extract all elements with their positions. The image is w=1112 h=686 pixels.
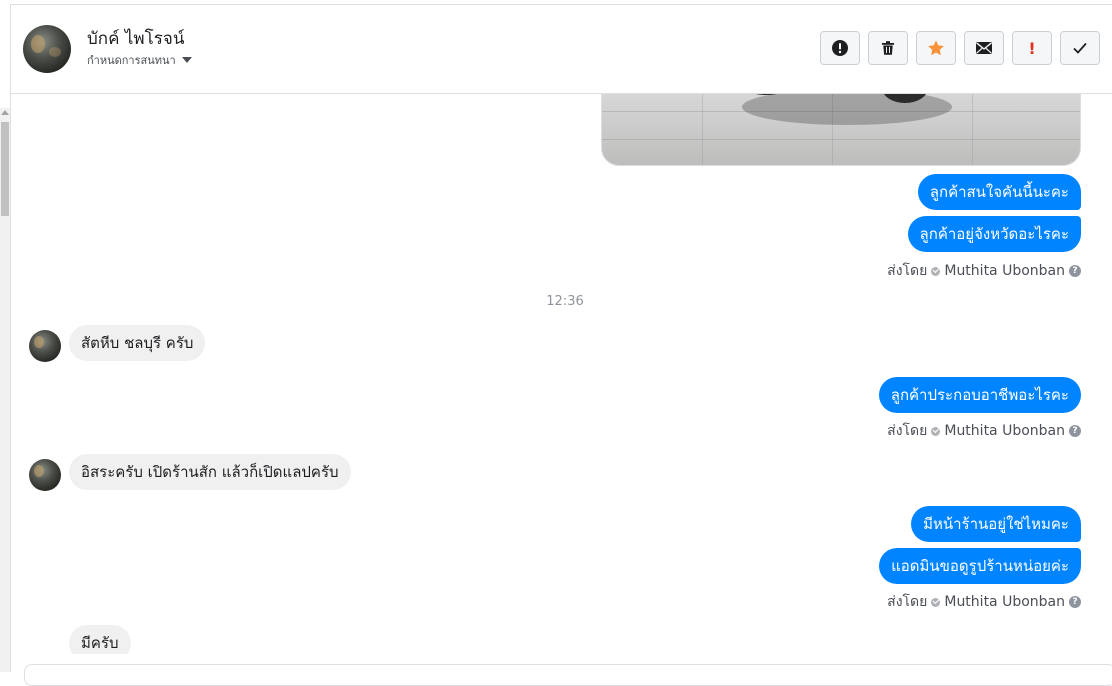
- outgoing-message[interactable]: มีหน้าร้านอยู่ใช่ไหมคะ: [911, 506, 1081, 542]
- sent-by-label: ส่งโดย Muthita Ubonban ?: [887, 591, 1081, 613]
- follow-up-button[interactable]: !: [1012, 31, 1052, 65]
- agent-name: Muthita Ubonban: [944, 423, 1065, 439]
- incoming-message[interactable]: อิสระครับ เปิดร้านสัก แล้วก็เปิดแลปครับ: [69, 454, 351, 490]
- conversation-header: บักค์ ไพโรจน์ กำหนดการสนทนา !: [11, 5, 1112, 94]
- star-button[interactable]: [916, 31, 956, 65]
- checkmark-icon: [1073, 42, 1087, 54]
- outgoing-message[interactable]: แอดมินขอดูรูปร้านหน่อยค่ะ: [879, 548, 1081, 584]
- incoming-message[interactable]: สัตหีบ ชลบุรี ครับ: [69, 325, 206, 361]
- star-icon: [928, 40, 944, 56]
- contact-avatar-small[interactable]: [29, 459, 61, 491]
- sent-by-prefix: ส่งโดย: [887, 423, 928, 439]
- envelope-icon: [976, 42, 992, 54]
- help-icon[interactable]: ?: [1069, 596, 1081, 608]
- help-icon[interactable]: ?: [1069, 265, 1081, 277]
- caret-down-icon: [181, 57, 192, 63]
- sent-by-prefix: ส่งโดย: [887, 263, 928, 279]
- message-timestamp: 12:36: [546, 294, 584, 309]
- outgoing-message[interactable]: ลูกค้าประกอบอาชีพอะไรคะ: [878, 377, 1081, 413]
- sent-check-icon: [931, 266, 941, 276]
- spam-alert-button[interactable]: [820, 31, 860, 65]
- mark-unread-button[interactable]: [964, 31, 1004, 65]
- conversation-settings-dropdown[interactable]: กำหนดการสนทนา: [87, 51, 192, 69]
- sent-check-icon: [931, 597, 941, 607]
- agent-name: Muthita Ubonban: [944, 263, 1065, 279]
- scrollbar[interactable]: [0, 108, 10, 672]
- agent-name: Muthita Ubonban: [944, 594, 1065, 610]
- sent-by-label: ส่งโดย Muthita Ubonban ?: [887, 420, 1081, 442]
- scrollbar-thumb[interactable]: [1, 122, 9, 216]
- scroll-up-arrow-icon[interactable]: [1, 110, 9, 115]
- conversation-settings-label: กำหนดการสนทนา: [87, 54, 176, 67]
- help-icon[interactable]: ?: [1069, 425, 1081, 437]
- message-composer[interactable]: [24, 664, 1112, 686]
- outgoing-message[interactable]: ลูกค้าสนใจคันนี้นะคะ: [917, 174, 1081, 210]
- contact-avatar-small[interactable]: [29, 330, 61, 362]
- header-actions: !: [820, 31, 1100, 65]
- contact-avatar[interactable]: [23, 25, 71, 73]
- incoming-message[interactable]: มีครับ: [69, 625, 131, 654]
- trash-icon: [882, 41, 894, 55]
- mark-done-button[interactable]: [1060, 31, 1100, 65]
- contact-name[interactable]: บักค์ ไพโรจน์: [87, 25, 184, 52]
- message-thread[interactable]: ลูกค้าสนใจคันนี้นะคะ ลูกค้าอยู่จังหวัดอะ…: [11, 94, 1112, 654]
- exclamation-icon: !: [1028, 38, 1036, 58]
- alert-circle-icon: [832, 40, 848, 56]
- delete-button[interactable]: [868, 31, 908, 65]
- outgoing-message[interactable]: ลูกค้าอยู่จังหวัดอะไรคะ: [907, 216, 1081, 252]
- photo-attachment[interactable]: [601, 94, 1081, 166]
- sent-by-label: ส่งโดย Muthita Ubonban ?: [887, 260, 1081, 282]
- sent-check-icon: [931, 426, 941, 436]
- sent-by-prefix: ส่งโดย: [887, 594, 928, 610]
